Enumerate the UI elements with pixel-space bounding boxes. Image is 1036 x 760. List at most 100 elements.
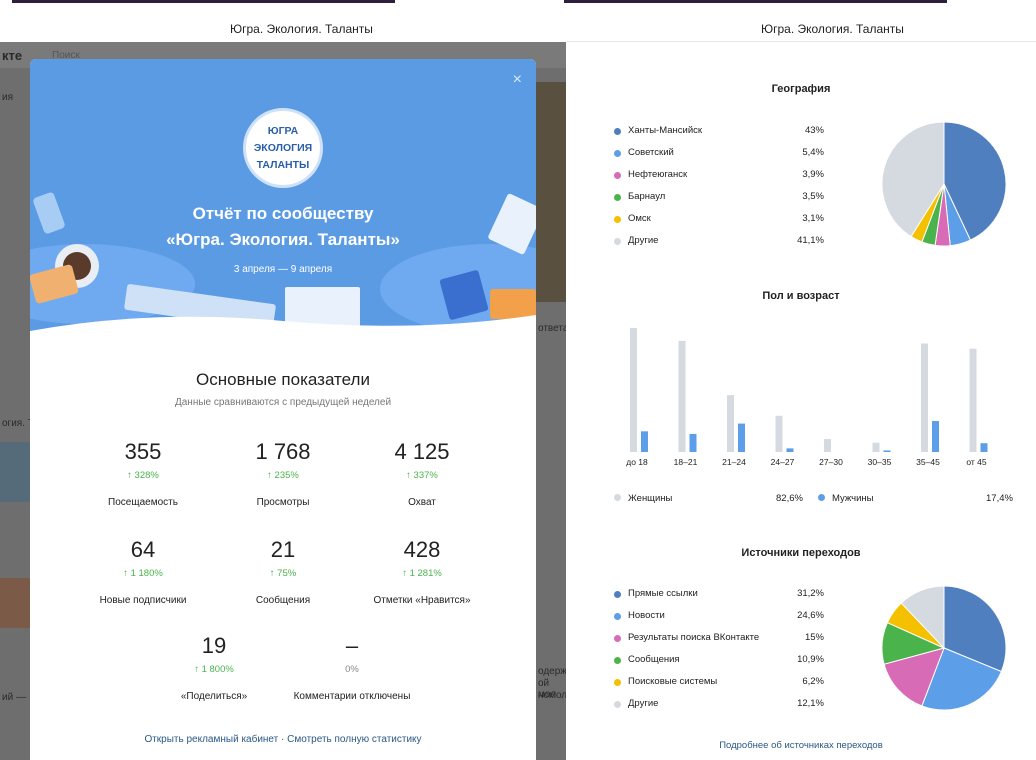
legend-label: Другие	[628, 698, 659, 709]
right-caption: Югра. Экология. Таланты	[761, 22, 904, 36]
geography-pie-chart	[881, 121, 1007, 247]
full-statistics-link[interactable]: Смотреть полную статистику	[287, 734, 421, 745]
hero-illustration	[30, 192, 536, 331]
background-text: ий —	[2, 692, 26, 703]
legend-value: 31,2%	[797, 588, 824, 599]
women-legend-dot	[614, 494, 621, 501]
x-tick-label: от 45	[966, 457, 987, 467]
sources-details-link[interactable]: Подробнее об источниках переходов	[566, 740, 1036, 751]
section-title: Основные показатели	[196, 370, 370, 389]
report-hero: × ЮГРА ЭКОЛОГИЯ ТАЛАНТЫ Отчёт по сообщес…	[30, 59, 536, 331]
legend-label: Омск	[628, 213, 651, 224]
legend-label: Сообщения	[628, 654, 680, 665]
open-ads-cabinet-link[interactable]: Открыть рекламный кабинет	[144, 734, 278, 745]
legend-value: 15%	[804, 632, 824, 643]
legend-item: Сообщения 10,9%	[614, 654, 824, 676]
report-title-line2: «Югра. Экология. Таланты»	[166, 230, 400, 249]
legend-label: Прямые ссылки	[628, 588, 698, 599]
legend-label: Новости	[628, 610, 665, 621]
legend-label: Советский	[628, 147, 674, 158]
men-label: Мужчины	[832, 493, 874, 504]
metric-value: 4 125	[394, 439, 450, 464]
legend-dot	[614, 701, 621, 708]
men-value: 17,4%	[986, 493, 1013, 504]
background-thumbnail	[0, 578, 30, 628]
bar-men	[932, 421, 939, 452]
metric-delta: 0%	[345, 664, 359, 675]
x-tick-label: 24–27	[771, 457, 795, 467]
legend-item: Прямые ссылки 31,2%	[614, 588, 824, 610]
geography-title: География	[771, 83, 831, 95]
men-legend-dot	[818, 494, 825, 501]
bar-women	[630, 328, 637, 452]
legend-item: Барнаул 3,5%	[614, 191, 824, 213]
legend-label: Нефтеюганск	[628, 169, 688, 180]
legend-dot	[614, 591, 621, 598]
sources-title: Источники переходов	[741, 547, 861, 559]
legend-item: Ханты-Мансийск 43%	[614, 125, 824, 147]
legend-dot	[614, 657, 621, 664]
women-legend: Женщины	[614, 493, 672, 504]
bar-men	[689, 433, 697, 452]
bar-women	[824, 439, 831, 452]
sources-pie-chart	[881, 585, 1007, 711]
bar-women	[921, 343, 928, 452]
left-caption: Югра. Экология. Таланты	[230, 22, 373, 36]
logo-text: ЮГРА	[267, 124, 299, 137]
bar-men	[980, 443, 988, 452]
x-tick-label: 30–35	[868, 457, 892, 467]
x-tick-label: 21–24	[722, 457, 746, 467]
legend-dot	[614, 194, 621, 201]
legend-item: Результаты поиска ВКонтакте 15%	[614, 632, 824, 654]
bar-women	[775, 415, 783, 452]
gender-age-title: Пол и возраст	[762, 290, 840, 302]
background-text: ия	[2, 92, 14, 103]
background-text: номол	[538, 690, 566, 701]
legend-item: Другие 41,1%	[614, 235, 824, 257]
metric-likes: 428 ↑ 1 281% Отметки «Нравится»	[338, 537, 506, 606]
metric-label: Охват	[408, 497, 436, 508]
bar-men	[641, 431, 648, 452]
bar-men	[738, 423, 745, 452]
report-date-range: 3 апреля — 9 апреля	[233, 264, 333, 275]
legend-dot	[614, 216, 621, 223]
background-text: одерж	[538, 666, 566, 677]
legend-value: 3,9%	[802, 169, 824, 180]
legend-label: Другие	[628, 235, 659, 246]
legend-item: Другие 12,1%	[614, 698, 824, 720]
legend-value: 24,6%	[797, 610, 824, 621]
legend-value: 10,9%	[797, 654, 824, 665]
legend-dot	[614, 613, 621, 620]
legend-value: 41,1%	[797, 235, 824, 246]
bar-men	[786, 448, 794, 452]
legend-label: Поисковые системы	[628, 676, 718, 687]
legend-dot	[614, 128, 621, 135]
top-divider	[564, 0, 947, 3]
legend-item: Новости 24,6%	[614, 610, 824, 632]
x-tick-label: 18–21	[674, 457, 698, 467]
legend-dot	[614, 172, 621, 179]
x-tick-label: 27–30	[819, 457, 843, 467]
x-tick-label: до 18	[626, 457, 648, 467]
men-legend: Мужчины	[818, 493, 873, 504]
legend-label: Результаты поиска ВКонтакте	[628, 632, 760, 643]
report-links: Открыть рекламный кабинет · Смотреть пол…	[30, 734, 536, 745]
caption-divider	[566, 41, 1036, 42]
legend-item: Поисковые системы 6,2%	[614, 676, 824, 698]
geography-legend: Ханты-Мансийск 43% Советский 5,4% Нефтеюганс…	[614, 125, 824, 257]
legend-item: Советский 5,4%	[614, 147, 824, 169]
legend-value: 5,4%	[802, 147, 824, 158]
metric-label: Комментарии отключены	[293, 691, 411, 702]
legend-value: 12,1%	[797, 698, 824, 709]
legend-dot	[614, 679, 621, 686]
close-icon[interactable]: ×	[513, 71, 522, 89]
metric-delta: ↑ 1 281%	[402, 568, 442, 579]
legend-dot	[614, 238, 621, 245]
legend-value: 3,1%	[802, 213, 824, 224]
metric-comments: – 0% Комментарии отключены	[268, 633, 436, 702]
background-image	[536, 82, 566, 302]
legend-dot	[614, 150, 621, 157]
women-value: 82,6%	[776, 493, 803, 504]
top-divider	[12, 0, 395, 3]
report-title-line1: Отчёт по сообществу	[192, 204, 374, 223]
